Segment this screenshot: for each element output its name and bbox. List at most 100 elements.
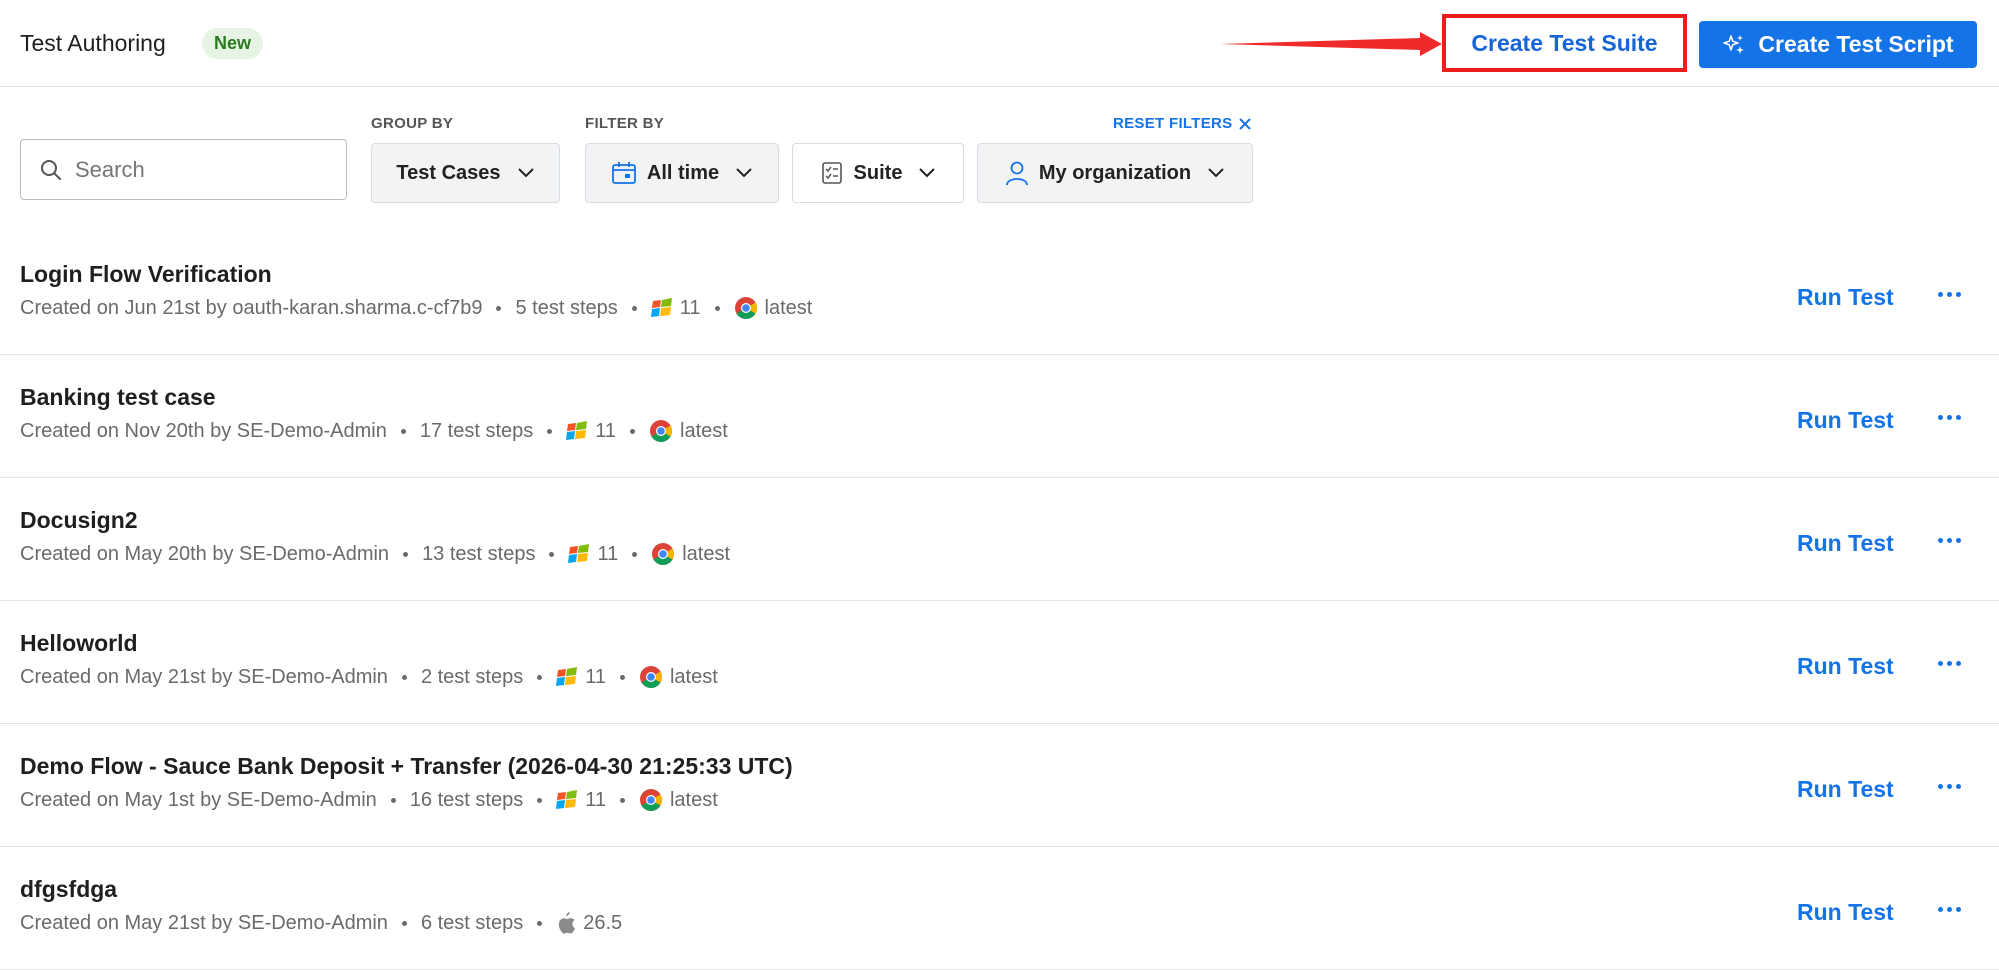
- steps-count: 16 test steps: [409, 788, 524, 811]
- steps-count: 13 test steps: [422, 542, 536, 565]
- search-icon: [41, 159, 61, 180]
- create-test-script-label: Create Test Script: [1758, 31, 1954, 57]
- more-options-icon[interactable]: [1938, 784, 1961, 789]
- windows-icon: [568, 543, 590, 565]
- os-version: 11: [679, 296, 701, 319]
- list-item: Docusign2 Created on May 20th by SE-Demo…: [0, 478, 1999, 601]
- organization-filter-dropdown[interactable]: My organization: [977, 143, 1253, 203]
- list-item: Demo Flow - Sauce Bank Deposit + Transfe…: [0, 724, 1999, 847]
- more-options-icon[interactable]: [1938, 292, 1961, 297]
- test-meta: Created on May 21st by SE-Demo-Admin 2 t…: [20, 665, 718, 689]
- suite-filter-value: Suite: [853, 161, 903, 184]
- suite-filter-dropdown[interactable]: Suite: [792, 143, 964, 203]
- user-icon: [1005, 161, 1028, 186]
- organization-filter-value: My organization: [1038, 161, 1192, 184]
- os-version: 11: [585, 788, 606, 811]
- apple-icon: [556, 911, 576, 935]
- test-title[interactable]: Login Flow Verification: [20, 261, 272, 288]
- separator-dot: [390, 797, 396, 803]
- filter-by-label: FILTER BY: [585, 115, 665, 132]
- time-filter-dropdown[interactable]: All time: [585, 143, 779, 203]
- test-meta: Created on Nov 20th by SE-Demo-Admin 17 …: [20, 419, 728, 443]
- browser-version: latest: [764, 296, 813, 319]
- chrome-icon: [651, 542, 675, 566]
- run-test-button[interactable]: Run Test: [1797, 899, 1894, 926]
- run-test-button[interactable]: Run Test: [1797, 530, 1894, 557]
- close-icon: [1239, 117, 1252, 130]
- browser-version: latest: [669, 665, 718, 688]
- search-box[interactable]: [20, 139, 347, 200]
- more-options-icon[interactable]: [1938, 538, 1961, 543]
- more-options-icon[interactable]: [1938, 661, 1961, 666]
- steps-count: 5 test steps: [515, 296, 618, 319]
- os-version: 11: [597, 542, 619, 565]
- browser-version: latest: [680, 419, 728, 442]
- search-input[interactable]: [75, 156, 315, 183]
- chevron-down-icon: [1208, 168, 1224, 178]
- os-version: 26.5: [583, 911, 623, 934]
- windows-icon: [650, 297, 673, 319]
- separator-dot: [630, 428, 636, 434]
- test-title[interactable]: Demo Flow - Sauce Bank Deposit + Transfe…: [20, 753, 793, 780]
- separator-dot: [619, 674, 625, 680]
- created-info: Created on May 21st by SE-Demo-Admin: [20, 665, 388, 688]
- separator-dot: [537, 674, 543, 680]
- browser-version: latest: [682, 542, 731, 565]
- created-info: Created on Jun 21st by oauth-karan.sharm…: [20, 296, 483, 319]
- test-title[interactable]: Helloworld: [20, 630, 138, 657]
- list-item: Helloworld Created on May 21st by SE-Dem…: [0, 601, 1999, 724]
- page-header: Test Authoring New Create Test Suite Cre…: [0, 0, 1999, 87]
- list-item: dfgsfdga Created on May 21st by SE-Demo-…: [0, 847, 1999, 970]
- separator-dot: [547, 428, 553, 434]
- separator-dot: [496, 305, 502, 311]
- group-by-label: GROUP BY: [371, 115, 454, 132]
- reset-filters-link[interactable]: RESET FILTERS: [1113, 115, 1252, 132]
- steps-count: 6 test steps: [420, 911, 524, 934]
- run-test-button[interactable]: Run Test: [1797, 284, 1894, 311]
- test-meta: Created on May 21st by SE-Demo-Admin 6 t…: [20, 911, 622, 935]
- create-test-script-button[interactable]: Create Test Script: [1699, 21, 1977, 68]
- separator-dot: [400, 428, 406, 434]
- list-item: Banking test case Created on Nov 20th by…: [0, 355, 1999, 478]
- created-info: Created on May 20th by SE-Demo-Admin: [20, 542, 390, 565]
- separator-dot: [537, 797, 543, 803]
- new-badge: New: [202, 28, 264, 59]
- test-title[interactable]: Docusign2: [20, 507, 138, 534]
- created-info: Created on May 1st by SE-Demo-Admin: [20, 788, 377, 811]
- separator-dot: [619, 797, 625, 803]
- separator-dot: [549, 551, 555, 557]
- separator-dot: [401, 920, 407, 926]
- more-options-icon[interactable]: [1938, 415, 1961, 420]
- separator-dot: [714, 305, 720, 311]
- page-title: Test Authoring: [20, 30, 166, 56]
- group-by-dropdown[interactable]: Test Cases: [371, 143, 560, 203]
- run-test-button[interactable]: Run Test: [1797, 776, 1894, 803]
- windows-icon: [556, 666, 578, 688]
- separator-dot: [632, 551, 638, 557]
- create-test-suite-button[interactable]: Create Test Suite: [1442, 14, 1687, 72]
- separator-dot: [537, 920, 543, 926]
- more-options-icon[interactable]: [1938, 907, 1961, 912]
- created-info: Created on May 21st by SE-Demo-Admin: [20, 911, 388, 934]
- suite-icon: [821, 162, 842, 184]
- run-test-button[interactable]: Run Test: [1797, 407, 1894, 434]
- chrome-icon: [639, 788, 663, 812]
- os-version: 11: [585, 665, 606, 688]
- separator-dot: [401, 674, 407, 680]
- list-item: Login Flow Verification Created on Jun 2…: [0, 232, 1999, 355]
- test-meta: Created on Jun 21st by oauth-karan.sharm…: [20, 296, 812, 320]
- run-test-button[interactable]: Run Test: [1797, 653, 1894, 680]
- sparkle-icon: [1723, 34, 1745, 54]
- test-title[interactable]: dfgsfdga: [20, 876, 117, 903]
- test-meta: Created on May 20th by SE-Demo-Admin 13 …: [20, 542, 730, 566]
- create-test-suite-label: Create Test Suite: [1471, 29, 1658, 56]
- windows-icon: [556, 789, 578, 811]
- windows-icon: [566, 420, 588, 442]
- created-info: Created on Nov 20th by SE-Demo-Admin: [20, 419, 387, 442]
- test-title[interactable]: Banking test case: [20, 384, 216, 411]
- chevron-down-icon: [919, 168, 936, 178]
- test-meta: Created on May 1st by SE-Demo-Admin 16 t…: [20, 788, 718, 812]
- browser-version: latest: [669, 788, 718, 811]
- separator-dot: [403, 551, 409, 557]
- chevron-down-icon: [517, 168, 534, 178]
